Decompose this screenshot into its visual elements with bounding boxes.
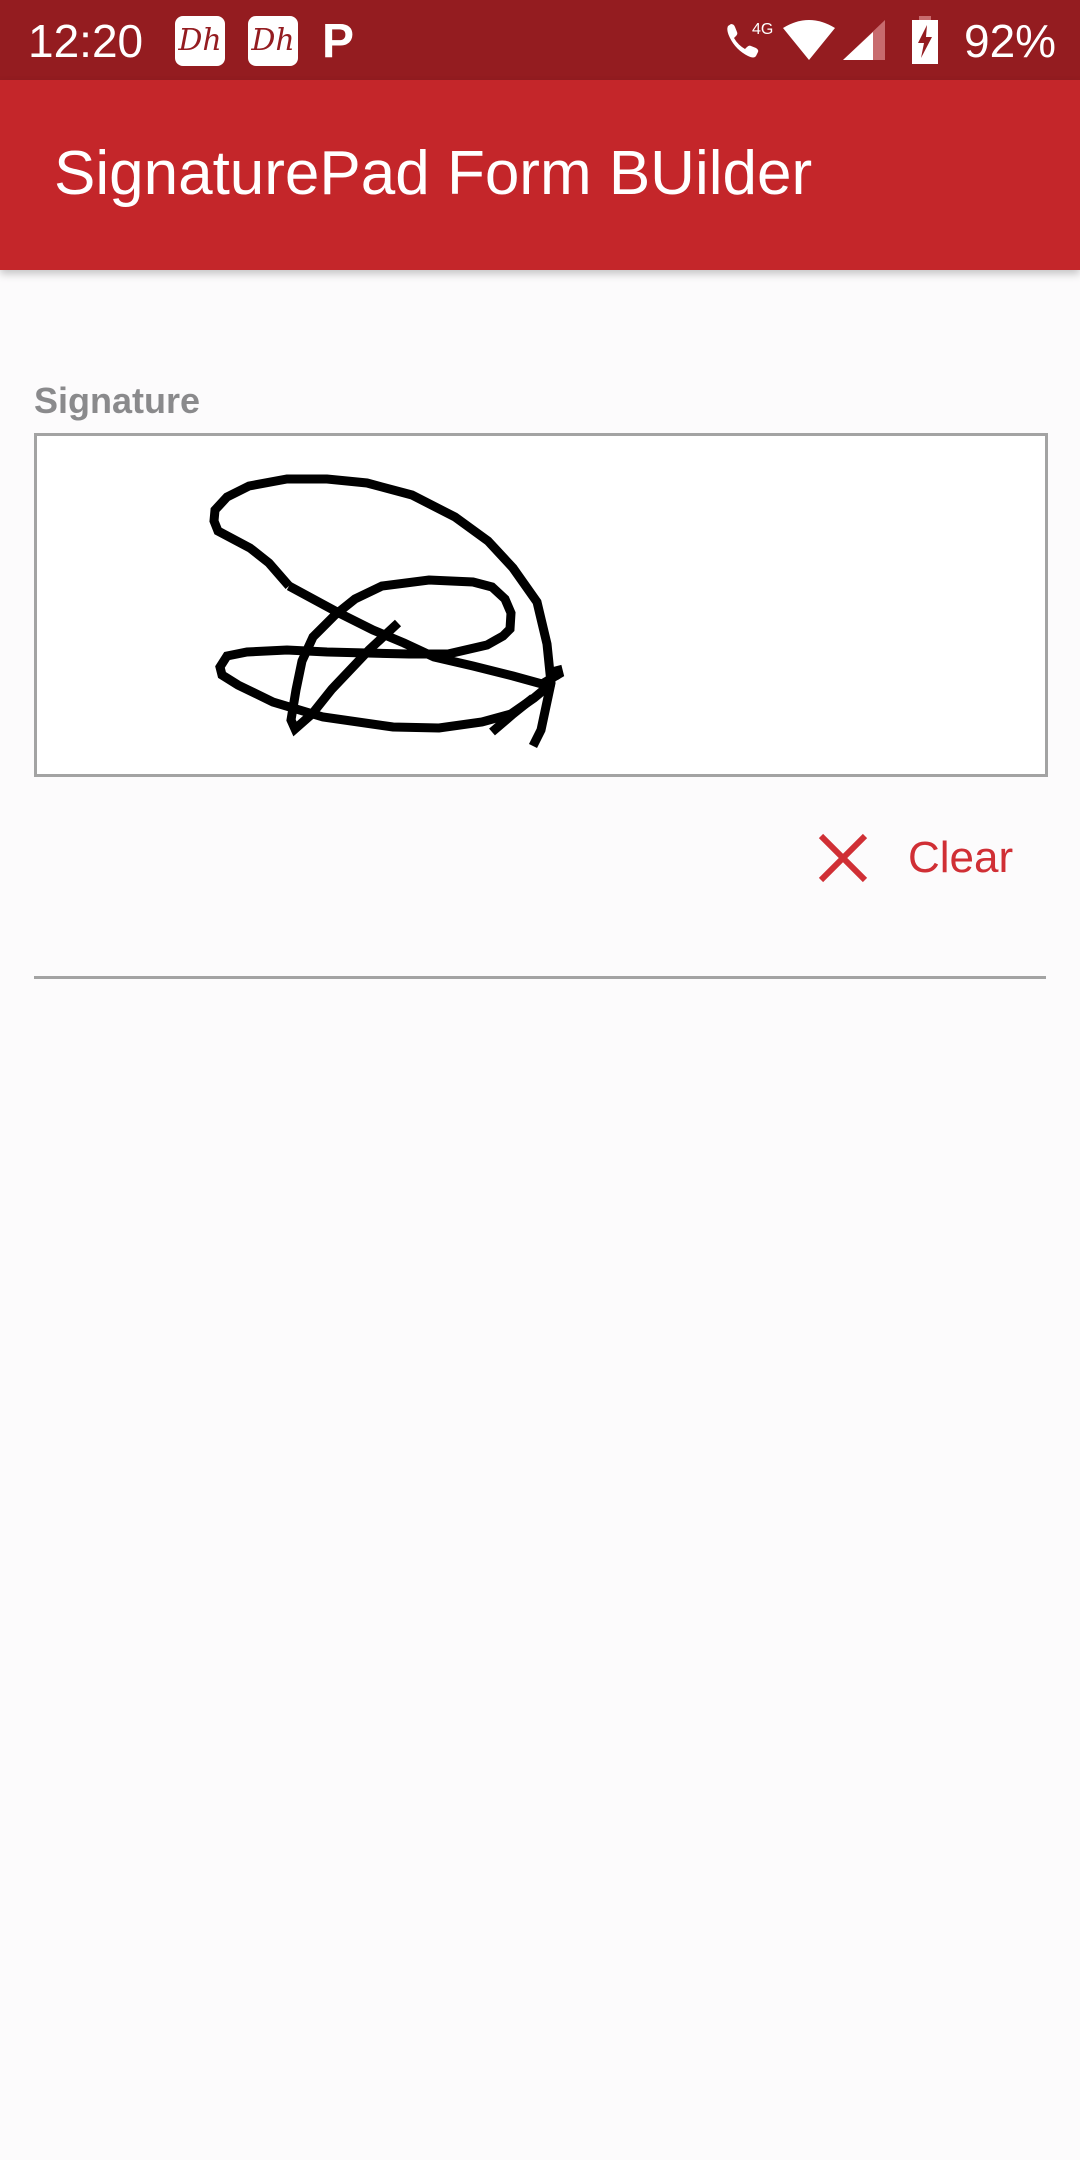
signature-stroke	[209, 474, 565, 749]
form-divider	[34, 976, 1046, 979]
battery-percent: 92%	[964, 15, 1057, 67]
clear-button-label: Clear	[908, 833, 1014, 882]
network-type-label: 4G	[752, 21, 773, 38]
status-bar: 12:20 Dh Dh P 4G 92%	[0, 0, 1080, 80]
close-icon	[818, 833, 868, 883]
signature-label: Signature	[34, 380, 201, 421]
status-time: 12:20	[28, 15, 144, 67]
wifi-icon	[783, 20, 835, 60]
call-4g-icon: 4G	[727, 21, 773, 58]
cell-signal-icon	[843, 20, 885, 60]
disney-hotstar-icon: Dh	[248, 16, 298, 66]
p-app-icon: P	[322, 15, 355, 68]
battery-charging-icon	[912, 16, 938, 64]
signature-pad[interactable]	[34, 433, 1048, 777]
clear-button[interactable]: Clear	[800, 815, 1040, 905]
disney-hotstar-icon: Dh	[175, 16, 225, 66]
app-bar: SignaturePad Form BUilder	[0, 80, 1080, 270]
app-title: SignaturePad Form BUilder	[54, 139, 813, 208]
